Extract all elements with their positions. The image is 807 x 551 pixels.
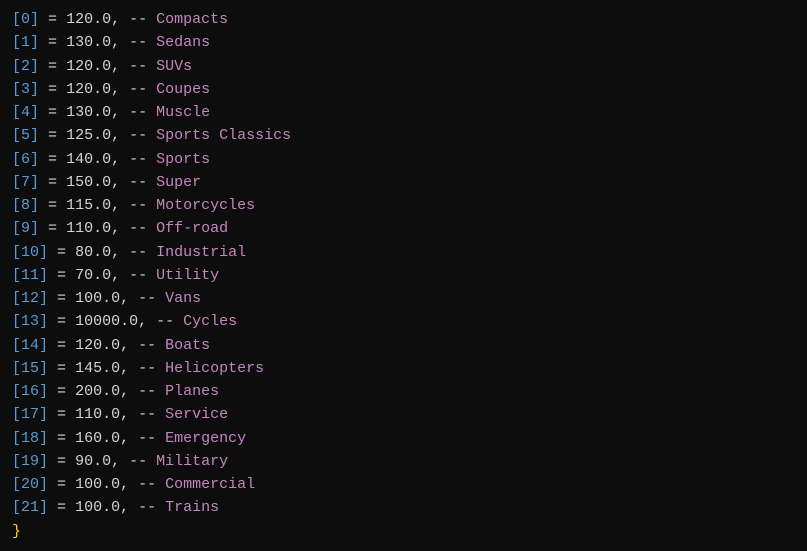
bracket-open: [ — [12, 171, 21, 194]
bracket-open: [ — [12, 450, 21, 473]
bracket-close: ] — [30, 78, 39, 101]
bracket-close: ] — [39, 450, 48, 473]
list-item: [21] = 100.0, -- Trains — [12, 496, 795, 519]
list-item: [19] = 90.0, -- Military — [12, 450, 795, 473]
bracket-open: [ — [12, 148, 21, 171]
bracket-open: [ — [12, 78, 21, 101]
bracket-close: ] — [30, 8, 39, 31]
bracket-close: ] — [30, 101, 39, 124]
bracket-close: ] — [39, 264, 48, 287]
bracket-close: ] — [39, 427, 48, 450]
list-item: [18] = 160.0, -- Emergency — [12, 427, 795, 450]
bracket-open: [ — [12, 357, 21, 380]
bracket-open: [ — [12, 496, 21, 519]
list-item: [8] = 115.0, -- Motorcycles — [12, 194, 795, 217]
bracket-close: ] — [39, 334, 48, 357]
list-item: [16] = 200.0, -- Planes — [12, 380, 795, 403]
bracket-close: ] — [39, 357, 48, 380]
bracket-close: ] — [39, 287, 48, 310]
list-item: [11] = 70.0, -- Utility — [12, 264, 795, 287]
code-block: [0] = 120.0, -- Compacts[1] = 130.0, -- … — [12, 8, 795, 543]
bracket-open: [ — [12, 473, 21, 496]
list-item: [13] = 10000.0, -- Cycles — [12, 310, 795, 333]
list-item: [20] = 100.0, -- Commercial — [12, 473, 795, 496]
list-item: [12] = 100.0, -- Vans — [12, 287, 795, 310]
list-item: [15] = 145.0, -- Helicopters — [12, 357, 795, 380]
bracket-open: [ — [12, 427, 21, 450]
bracket-close: ] — [39, 496, 48, 519]
list-item: [17] = 110.0, -- Service — [12, 403, 795, 426]
bracket-close: ] — [39, 403, 48, 426]
list-item: [10] = 80.0, -- Industrial — [12, 241, 795, 264]
bracket-open: [ — [12, 380, 21, 403]
bracket-open: [ — [12, 403, 21, 426]
bracket-open: [ — [12, 334, 21, 357]
bracket-close: ] — [30, 148, 39, 171]
bracket-close: ] — [30, 217, 39, 240]
list-item: [14] = 120.0, -- Boats — [12, 334, 795, 357]
list-item: [2] = 120.0, -- SUVs — [12, 55, 795, 78]
bracket-close: ] — [39, 310, 48, 333]
bracket-open: [ — [12, 217, 21, 240]
bracket-open: [ — [12, 264, 21, 287]
bracket-open: [ — [12, 124, 21, 147]
list-item: [7] = 150.0, -- Super — [12, 171, 795, 194]
list-item: [1] = 130.0, -- Sedans — [12, 31, 795, 54]
bracket-close: ] — [39, 241, 48, 264]
bracket-close: ] — [30, 55, 39, 78]
bracket-open: [ — [12, 287, 21, 310]
closing-brace-line: } — [12, 520, 795, 543]
bracket-open: [ — [12, 101, 21, 124]
list-item: [0] = 120.0, -- Compacts — [12, 8, 795, 31]
bracket-close: ] — [30, 31, 39, 54]
bracket-open: [ — [12, 31, 21, 54]
bracket-close: ] — [30, 194, 39, 217]
bracket-open: [ — [12, 8, 21, 31]
closing-brace: } — [12, 520, 21, 543]
bracket-open: [ — [12, 241, 21, 264]
list-item: [4] = 130.0, -- Muscle — [12, 101, 795, 124]
bracket-close: ] — [30, 124, 39, 147]
list-item: [5] = 125.0, -- Sports Classics — [12, 124, 795, 147]
list-item: [9] = 110.0, -- Off-road — [12, 217, 795, 240]
list-item: [3] = 120.0, -- Coupes — [12, 78, 795, 101]
bracket-close: ] — [39, 473, 48, 496]
bracket-open: [ — [12, 310, 21, 333]
bracket-close: ] — [39, 380, 48, 403]
bracket-close: ] — [30, 171, 39, 194]
bracket-open: [ — [12, 55, 21, 78]
list-item: [6] = 140.0, -- Sports — [12, 148, 795, 171]
bracket-open: [ — [12, 194, 21, 217]
